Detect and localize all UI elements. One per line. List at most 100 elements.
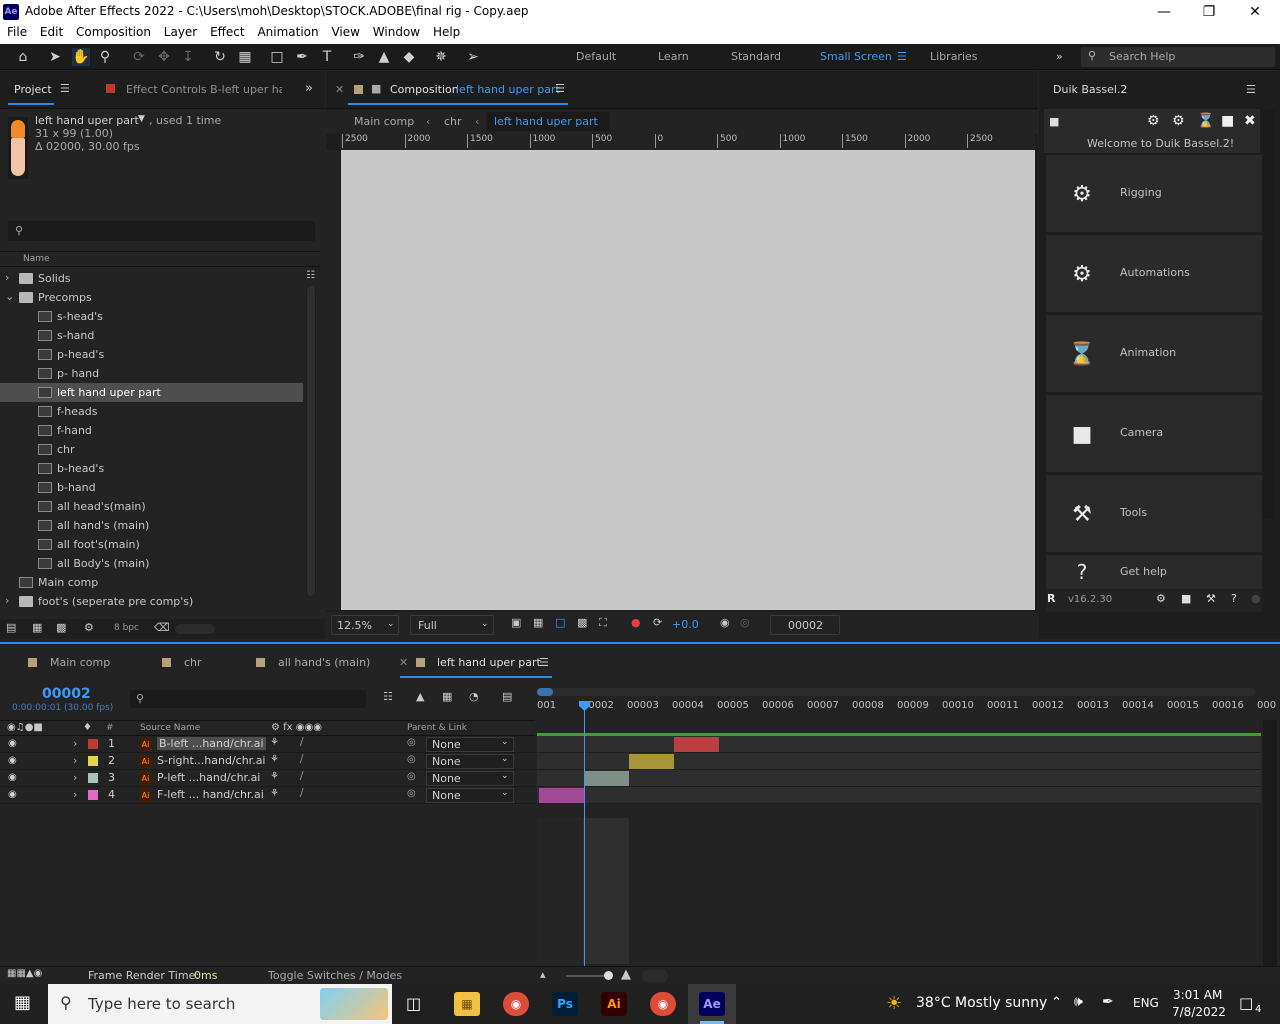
menu-file[interactable]: File — [7, 24, 27, 39]
workspace-standard[interactable]: Standard — [731, 50, 781, 63]
show-snapshot-icon[interactable]: ◎ — [740, 616, 750, 629]
tab-project[interactable]: Project — [14, 83, 52, 96]
project-comp-row[interactable]: b-head's — [0, 459, 303, 478]
pen-workspace-icon[interactable]: ✒ — [1102, 994, 1114, 1010]
close-button[interactable]: ✕ — [1245, 2, 1265, 22]
draft-3d-icon[interactable]: ▲ — [416, 690, 424, 703]
project-comp-row[interactable]: s-hand — [0, 326, 303, 345]
timeline-tab-left-hand-uper-part[interactable]: left hand uper part — [416, 656, 541, 669]
rigging-small-icon[interactable]: ⚙ — [1147, 113, 1160, 129]
project-comp-row[interactable]: f-hand — [0, 421, 303, 440]
timeline-tab-main-comp[interactable]: Main comp — [28, 656, 110, 669]
timeline-zoom-scroll[interactable] — [642, 970, 668, 982]
chrome-icon[interactable]: ◉ — [503, 992, 529, 1016]
settings-icon[interactable]: ⚙ — [1156, 592, 1166, 605]
menu-edit[interactable]: Edit — [40, 24, 63, 39]
composition-tab-name[interactable]: left hand uper part — [456, 83, 560, 96]
weather-text[interactable]: 38°C Mostly sunny — [916, 995, 1047, 1011]
home-icon[interactable]: ⌂ — [14, 48, 32, 66]
pan-behind-tool-icon[interactable]: ▦ — [236, 48, 254, 66]
new-folder-icon[interactable]: ▦ — [32, 621, 42, 634]
breadcrumb-chr[interactable]: chr — [444, 115, 462, 128]
project-comp-row[interactable]: chr — [0, 440, 303, 459]
project-comp-row[interactable]: p-head's — [0, 345, 303, 364]
duik-get-help-button[interactable]: ? Get help — [1046, 555, 1262, 589]
project-comp-row[interactable]: Main comp — [0, 573, 303, 592]
help-icon[interactable]: ? — [1231, 592, 1237, 605]
project-comp-row[interactable]: left hand uper part — [0, 383, 303, 402]
close-tab-icon[interactable]: ✕ — [399, 656, 408, 669]
toggle-switches-modes[interactable]: Toggle Switches / Modes — [268, 969, 402, 982]
project-scrollbar-thumb[interactable] — [307, 286, 315, 596]
project-comp-row[interactable]: all Body's (main) — [0, 554, 303, 573]
dolly-tool-icon[interactable]: ↧ — [179, 48, 197, 66]
panel-menu-icon[interactable]: ☰ — [1246, 83, 1256, 96]
breadcrumb-current[interactable]: left hand uper part — [494, 115, 598, 128]
taskbar-search-input[interactable]: ⚲ Type here to search — [48, 984, 392, 1024]
layer-duration-bar[interactable] — [584, 771, 629, 786]
menu-layer[interactable]: Layer — [164, 24, 197, 39]
grid-guides-icon[interactable]: ⛶ — [599, 616, 607, 630]
roto-brush-tool-icon[interactable]: ✵ — [432, 48, 450, 66]
tools-small-icon[interactable]: ✖ — [1244, 113, 1256, 129]
menu-view[interactable]: View — [331, 24, 359, 39]
expand-chevron-icon[interactable]: ⌄ — [5, 290, 14, 303]
new-comp-icon[interactable]: ▩ — [56, 621, 66, 634]
hand-tool-icon[interactable]: ✋ — [72, 48, 90, 66]
frame-blending-icon[interactable]: ▦ — [442, 690, 452, 703]
zoom-in-icon[interactable]: ▲ — [621, 967, 631, 982]
maximize-button[interactable]: ❐ — [1199, 2, 1219, 22]
project-folder-row[interactable]: › Solids — [0, 269, 303, 288]
project-folder-row[interactable]: › foot's (seperate pre comp's) — [0, 592, 303, 611]
eraser-tool-icon[interactable]: ◆ — [400, 48, 418, 66]
parent-link-column[interactable]: Parent & Link — [407, 723, 467, 733]
show-hidden-icons-icon[interactable]: ⌃ — [1051, 995, 1062, 1010]
windows-start-icon[interactable]: ▦ — [14, 992, 31, 1013]
composition-mini-flowchart-icon[interactable]: ☷ — [383, 690, 393, 703]
viewer-timecode-box[interactable]: 00002 — [770, 615, 840, 635]
snapshot-camera-icon[interactable]: ◉ — [720, 616, 730, 629]
duik-scrollbar[interactable] — [1263, 109, 1275, 519]
zoom-slider-thumb[interactable] — [604, 971, 613, 980]
project-settings-icon[interactable]: ⚙ — [84, 621, 94, 634]
duik-animation-button[interactable]: ⌛ Animation — [1046, 315, 1262, 393]
chrome-icon-2[interactable]: ◉ — [650, 992, 676, 1016]
project-comp-row[interactable]: b-hand — [0, 478, 303, 497]
photoshop-icon[interactable]: Ps — [552, 992, 578, 1016]
time-ruler[interactable]: 001 00002 00003 00004 00005 00006 00007 00008 00… — [537, 688, 1276, 720]
language-indicator[interactable]: ENG — [1133, 996, 1159, 1010]
workspace-default[interactable]: Default — [576, 50, 616, 63]
project-comp-row[interactable]: all foot's(main) — [0, 535, 303, 554]
panel-menu-icon[interactable]: ☰ — [60, 82, 70, 95]
transparency-grid-icon[interactable]: ▦ — [533, 616, 543, 629]
layer-switches-icon[interactable]: ▦▦▲◉ — [7, 968, 42, 979]
illustrator-icon[interactable]: Ai — [601, 992, 627, 1016]
reset-exposure-icon[interactable]: ⟳ — [653, 616, 662, 629]
automations-small-icon[interactable]: ⚙ — [1172, 113, 1185, 129]
timeline-search-input[interactable]: ⚲ — [130, 690, 366, 708]
column-name[interactable]: Name — [23, 254, 50, 264]
duik-camera-button[interactable]: ■ Camera — [1046, 395, 1262, 473]
chevron-down-icon[interactable]: ▼ — [138, 114, 145, 124]
puppet-pin-tool-icon[interactable]: ➢ — [464, 48, 482, 66]
workspace-small-screen[interactable]: Small Screen — [820, 50, 892, 63]
workspace-menu-icon[interactable]: ☰ — [897, 50, 907, 63]
zoom-out-icon[interactable]: ▴ — [540, 968, 546, 981]
layer-duration-bar[interactable] — [674, 737, 719, 752]
volume-icon[interactable]: 🕪 — [1074, 994, 1083, 1010]
project-comp-row[interactable]: all hand's (main) — [0, 516, 303, 535]
source-name-column[interactable]: Source Name — [140, 723, 200, 733]
exposure-value[interactable]: +0.0 — [672, 618, 699, 631]
menu-window[interactable]: Window — [373, 24, 420, 39]
3d-view-icon[interactable]: ▩ — [577, 616, 587, 629]
timeline-tab-all-hands[interactable]: all hand's (main) — [256, 656, 370, 669]
duik-rigging-button[interactable]: ⚙ Rigging — [1046, 155, 1262, 233]
rectangle-tool-icon[interactable]: □ — [268, 48, 286, 66]
composition-canvas[interactable] — [341, 150, 1035, 610]
notes-icon[interactable]: ■ — [1049, 115, 1059, 128]
motion-blur-icon[interactable]: ◔ — [469, 690, 479, 703]
duik-automations-button[interactable]: ⚙ Automations — [1046, 235, 1262, 313]
project-comp-row[interactable]: s-head's — [0, 307, 303, 326]
expand-chevron-icon[interactable]: › — [5, 594, 9, 607]
minimize-button[interactable]: — — [1154, 2, 1174, 22]
